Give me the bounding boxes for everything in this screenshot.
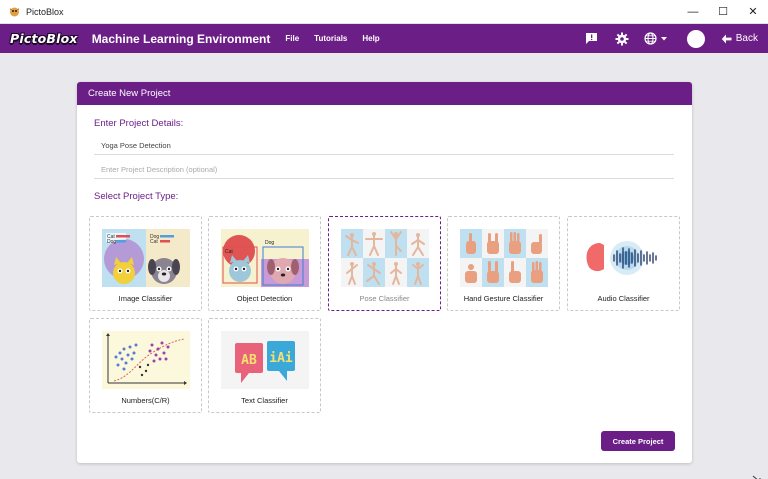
project-type-hand-gesture-classifier[interactable]: Hand Gesture Classifier xyxy=(447,216,560,311)
app-header: PictoBlox Machine Learning Environment F… xyxy=(0,24,768,53)
project-type-numbers[interactable]: Numbers(C/R) xyxy=(89,318,202,413)
image-classifier-thumbnail: Cat Dog Dog Cat xyxy=(102,229,190,287)
project-details-label: Enter Project Details: xyxy=(94,118,184,129)
back-label: Back xyxy=(735,33,758,44)
card-label: Hand Gesture Classifier xyxy=(463,294,544,303)
pose-classifier-thumbnail xyxy=(341,229,429,287)
thumb-text-ab: AB xyxy=(241,353,257,368)
environment-title: Machine Learning Environment xyxy=(91,31,271,46)
audio-classifier-thumbnail xyxy=(580,229,668,287)
os-window-title: PictoBlox xyxy=(26,6,64,17)
menu-file[interactable]: File xyxy=(285,34,299,43)
hand-gesture-thumbnail xyxy=(460,229,548,287)
thumb-text-dog-1: Dog xyxy=(107,239,116,245)
back-button[interactable]: Back xyxy=(721,33,758,44)
globe-icon xyxy=(644,32,657,45)
thumb-text-cat-2: Cat xyxy=(150,239,158,245)
menu-tutorials[interactable]: Tutorials xyxy=(314,34,347,43)
avatar[interactable] xyxy=(686,29,705,48)
panel-title: Create New Project xyxy=(77,82,692,105)
logo-text: PictoBlox xyxy=(10,31,78,46)
thumb-text-dog: Dog xyxy=(265,240,274,246)
chevron-down-icon xyxy=(660,36,667,40)
thumb-text-iai: iAi xyxy=(269,351,293,366)
project-type-text-classifier[interactable]: AB iAi Text Classifier xyxy=(208,318,321,413)
close-button[interactable]: ✕ xyxy=(738,0,768,24)
project-description-input[interactable] xyxy=(94,160,674,179)
os-title-bar: PictoBlox — ☐ ✕ xyxy=(0,0,768,24)
maximize-button[interactable]: ☐ xyxy=(708,0,738,24)
gear-icon[interactable] xyxy=(614,31,630,47)
menu-help[interactable]: Help xyxy=(362,34,379,43)
project-name-input[interactable] xyxy=(94,136,674,155)
arrow-left-icon xyxy=(721,34,732,43)
project-type-object-detection[interactable]: Cat Dog Object Detection xyxy=(208,216,321,311)
create-project-panel: Create New Project Enter Project Details… xyxy=(77,82,692,463)
card-label: Image Classifier xyxy=(118,294,173,303)
object-detection-thumbnail: Cat Dog xyxy=(221,229,309,287)
minimize-button[interactable]: — xyxy=(678,0,708,24)
card-label: Audio Classifier xyxy=(597,294,650,303)
app-icon xyxy=(8,6,20,18)
pictoblox-logo[interactable]: PictoBlox xyxy=(10,29,78,48)
card-label: Pose Classifier xyxy=(359,294,410,303)
card-label: Numbers(C/R) xyxy=(121,396,170,405)
card-label: Text Classifier xyxy=(241,396,288,405)
feedback-icon[interactable] xyxy=(584,31,600,47)
resize-handle[interactable] xyxy=(752,470,762,479)
thumb-text-cat: Cat xyxy=(225,249,233,255)
card-label: Object Detection xyxy=(236,294,293,303)
project-type-pose-classifier[interactable]: Pose Classifier xyxy=(328,216,441,311)
project-type-audio-classifier[interactable]: Audio Classifier xyxy=(567,216,680,311)
language-selector[interactable] xyxy=(644,32,668,45)
project-type-label: Select Project Type: xyxy=(94,191,179,202)
numbers-thumbnail xyxy=(102,331,190,389)
project-type-image-classifier[interactable]: Cat Dog Dog Cat Image Classifier xyxy=(89,216,202,311)
create-project-button[interactable]: Create Project xyxy=(601,431,675,451)
text-classifier-thumbnail: AB iAi xyxy=(221,331,309,389)
